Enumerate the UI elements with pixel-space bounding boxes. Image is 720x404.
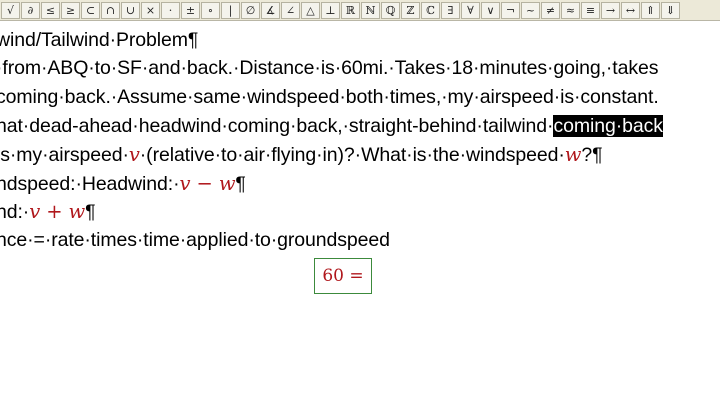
naturals-icon: ℕ [365, 3, 376, 17]
text-line-2: ·from·ABQ·to·SF·and·back.·Distance·is·60… [0, 57, 659, 80]
problem-text: ? [581, 144, 593, 166]
bar-button[interactable]: | [221, 1, 240, 19]
down-double-arrow-icon: ⇓ [665, 3, 676, 17]
problem-text: ·from·ABQ·to·SF·and·back.·Distance·is·60… [0, 57, 659, 79]
radical-icon: √ [6, 3, 14, 17]
or-icon: ∨ [486, 3, 495, 17]
paragraph-mark: ¶ [187, 29, 199, 51]
intersection-button[interactable]: ∩ [101, 1, 120, 19]
radical-button[interactable]: √ [1, 1, 20, 19]
less-equal-icon: ≤ [45, 3, 56, 17]
not-equal-icon: ≠ [545, 3, 556, 17]
reals-icon: ℝ [345, 3, 356, 17]
angle-button[interactable]: ∠ [281, 1, 300, 19]
less-equal-button[interactable]: ≤ [41, 1, 60, 19]
integers-icon: ℤ [406, 3, 415, 17]
composition-button[interactable]: ∘ [201, 1, 220, 19]
text-line-6: ndspeed:·Headwind:·v − w¶ [0, 172, 246, 196]
paragraph-mark: ¶ [592, 144, 603, 166]
document-title: wind/Tailwind·Problem [0, 29, 188, 51]
exists-icon: ∃ [447, 3, 454, 17]
measured-angle-icon: ∡ [265, 3, 276, 17]
document-area[interactable]: wind/Tailwind·Problem¶ ·from·ABQ·to·SF·a… [0, 20, 720, 404]
triangle-icon: △ [306, 3, 315, 17]
for-all-button[interactable]: ∀ [461, 1, 480, 19]
times-button[interactable]: × [141, 1, 160, 19]
dot-button[interactable]: · [161, 1, 180, 19]
problem-text: ·(relative·to·air·flying·in)?·What·is·th… [139, 144, 565, 166]
not-equal-button[interactable]: ≠ [541, 1, 560, 19]
greater-equal-button[interactable]: ≥ [61, 1, 80, 19]
partial-icon: ∂ [27, 3, 34, 17]
text-line-8: nce·=·rate·times·time·applied·to·grounds… [0, 229, 390, 252]
paragraph-mark: ¶ [235, 173, 246, 195]
math-variable-v[interactable]: v [129, 143, 140, 166]
problem-text: ndspeed:·Headwind:· [0, 173, 180, 195]
not-button[interactable]: ¬ [501, 1, 520, 19]
intersection-icon: ∩ [105, 3, 116, 17]
selected-text[interactable]: coming·back [553, 115, 663, 137]
right-arrow-icon: → [605, 3, 616, 17]
empty-set-icon: ∅ [245, 3, 256, 17]
math-expression-headwind[interactable]: v − w [179, 172, 235, 195]
paragraph-mark: ¶ [85, 201, 96, 223]
empty-set-button[interactable]: ∅ [241, 1, 260, 19]
composition-icon: ∘ [207, 3, 214, 17]
problem-text: nce·=·rate·times·time·applied·to·grounds… [0, 229, 390, 251]
reals-button[interactable]: ℝ [341, 1, 360, 19]
integers-button[interactable]: ℤ [401, 1, 420, 19]
problem-text: is·my·airspeed· [0, 144, 129, 166]
plus-minus-icon: ± [185, 3, 196, 17]
text-line-7: nd:·v + w¶ [0, 200, 96, 224]
union-icon: ∪ [125, 3, 136, 17]
text-line-5: is·my·airspeed·v·(relative·to·air·flying… [0, 143, 603, 167]
math-input-box[interactable]: 60 = [314, 258, 372, 294]
problem-text: coming·back.·Assume·same·windspeed·both·… [0, 86, 659, 108]
union-button[interactable]: ∪ [121, 1, 140, 19]
perpendicular-button[interactable]: ⊥ [321, 1, 340, 19]
perpendicular-icon: ⊥ [325, 3, 336, 17]
greater-equal-icon: ≥ [65, 3, 76, 17]
measured-angle-button[interactable]: ∡ [261, 1, 280, 19]
subset-button[interactable]: ⊂ [81, 1, 100, 19]
text-line-3: coming·back.·Assume·same·windspeed·both·… [0, 86, 659, 109]
subset-icon: ⊂ [85, 3, 96, 17]
approx-icon: ≈ [565, 3, 576, 17]
math-expression-tailwind[interactable]: v + w [29, 200, 85, 223]
bar-icon: | [228, 3, 233, 17]
double-arrow-button[interactable]: ↔ [621, 1, 640, 19]
equivalent-button[interactable]: ≡ [581, 1, 600, 19]
dot-icon: · [168, 3, 173, 17]
for-all-icon: ∀ [467, 3, 474, 17]
not-icon: ¬ [505, 3, 516, 17]
right-arrow-button[interactable]: → [601, 1, 620, 19]
or-button[interactable]: ∨ [481, 1, 500, 19]
up-double-arrow-icon: ⇑ [645, 3, 656, 17]
problem-text: nd:· [0, 201, 30, 223]
tilde-icon: ~ [525, 3, 536, 17]
double-arrow-icon: ↔ [625, 3, 636, 17]
math-symbol-toolbar: √ ∂ ≤ ≥ ⊂ ∩ ∪ × · ± ∘ | ∅ ∡ ∠ △ ⊥ ℝ ℕ ℚ ℤ ℂ ∃ ∀ ∨ ¬ ~ ≠ ≈ ≡ → ↔ ⇑ ⇓ [0, 0, 720, 21]
down-double-arrow-button[interactable]: ⇓ [661, 1, 680, 19]
complex-icon: ℂ [426, 3, 435, 17]
rationals-icon: ℚ [385, 3, 396, 17]
math-variable-w[interactable]: w [565, 143, 582, 166]
problem-text: hat·dead-ahead·headwind·coming·back,·str… [0, 115, 554, 137]
equivalent-icon: ≡ [585, 3, 596, 17]
rationals-button[interactable]: ℚ [381, 1, 400, 19]
complex-button[interactable]: ℂ [421, 1, 440, 19]
partial-button[interactable]: ∂ [21, 1, 40, 19]
naturals-button[interactable]: ℕ [361, 1, 380, 19]
document-title-line: wind/Tailwind·Problem¶ [0, 29, 198, 52]
tilde-button[interactable]: ~ [521, 1, 540, 19]
triangle-button[interactable]: △ [301, 1, 320, 19]
up-double-arrow-button[interactable]: ⇑ [641, 1, 660, 19]
text-line-4: hat·dead-ahead·headwind·coming·back,·str… [0, 115, 663, 138]
exists-button[interactable]: ∃ [441, 1, 460, 19]
approx-button[interactable]: ≈ [561, 1, 580, 19]
angle-icon: ∠ [285, 3, 296, 17]
plus-minus-button[interactable]: ± [181, 1, 200, 19]
times-icon: × [145, 3, 156, 17]
